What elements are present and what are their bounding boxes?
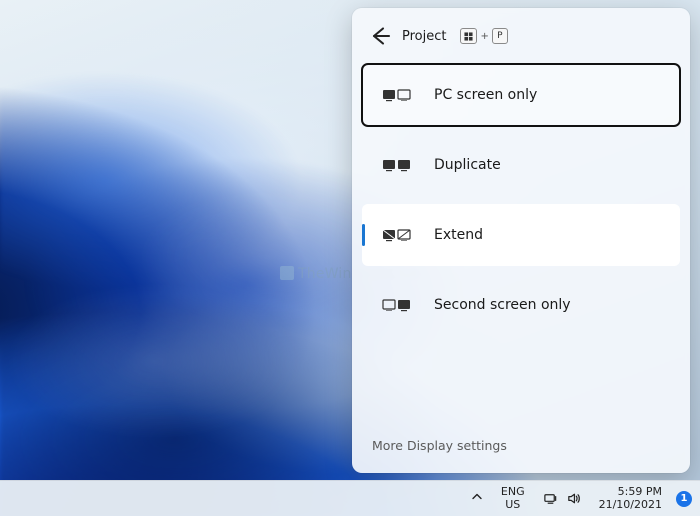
language-bottom: US [501, 499, 525, 511]
extend-icon [382, 227, 416, 243]
shortcut-hint: + P [460, 28, 507, 44]
back-arrow-icon[interactable] [368, 24, 392, 48]
option-duplicate[interactable]: Duplicate [362, 134, 680, 196]
project-options-list: PC screen only Duplicate [352, 64, 690, 336]
option-pc-screen-only[interactable]: PC screen only [362, 64, 680, 126]
win-key-icon [460, 28, 477, 44]
tray-date: 21/10/2021 [599, 499, 662, 512]
notification-badge[interactable]: 1 [676, 491, 692, 507]
network-icon[interactable] [543, 491, 558, 506]
project-flyout: Project + P PC screen only [352, 8, 690, 473]
second-screen-only-icon [382, 297, 416, 313]
p-key: P [492, 28, 508, 44]
tray-language[interactable]: ENG US [497, 486, 529, 510]
tray-time: 5:59 PM [599, 486, 662, 499]
option-label: Extend [434, 227, 483, 243]
panel-title: Project [402, 29, 446, 44]
panel-footer: More Display settings [352, 420, 690, 473]
tray-clock[interactable]: 5:59 PM 21/10/2021 [595, 486, 666, 511]
option-label: Second screen only [434, 297, 571, 313]
duplicate-icon [382, 157, 416, 173]
option-second-screen-only[interactable]: Second screen only [362, 274, 680, 336]
pc-screen-only-icon [382, 87, 416, 103]
option-label: PC screen only [434, 87, 537, 103]
option-extend[interactable]: Extend [362, 204, 680, 266]
project-flyout-header: Project + P [352, 18, 690, 64]
tray-status-icons[interactable] [539, 491, 585, 506]
tray-overflow-chevron-icon[interactable] [467, 491, 487, 506]
more-display-settings-link[interactable]: More Display settings [372, 438, 507, 453]
plus-separator: + [479, 31, 489, 42]
language-top: ENG [501, 486, 525, 498]
option-label: Duplicate [434, 157, 501, 173]
taskbar: ENG US 5:59 PM 21/10/2021 1 [0, 480, 700, 516]
volume-icon[interactable] [566, 491, 581, 506]
